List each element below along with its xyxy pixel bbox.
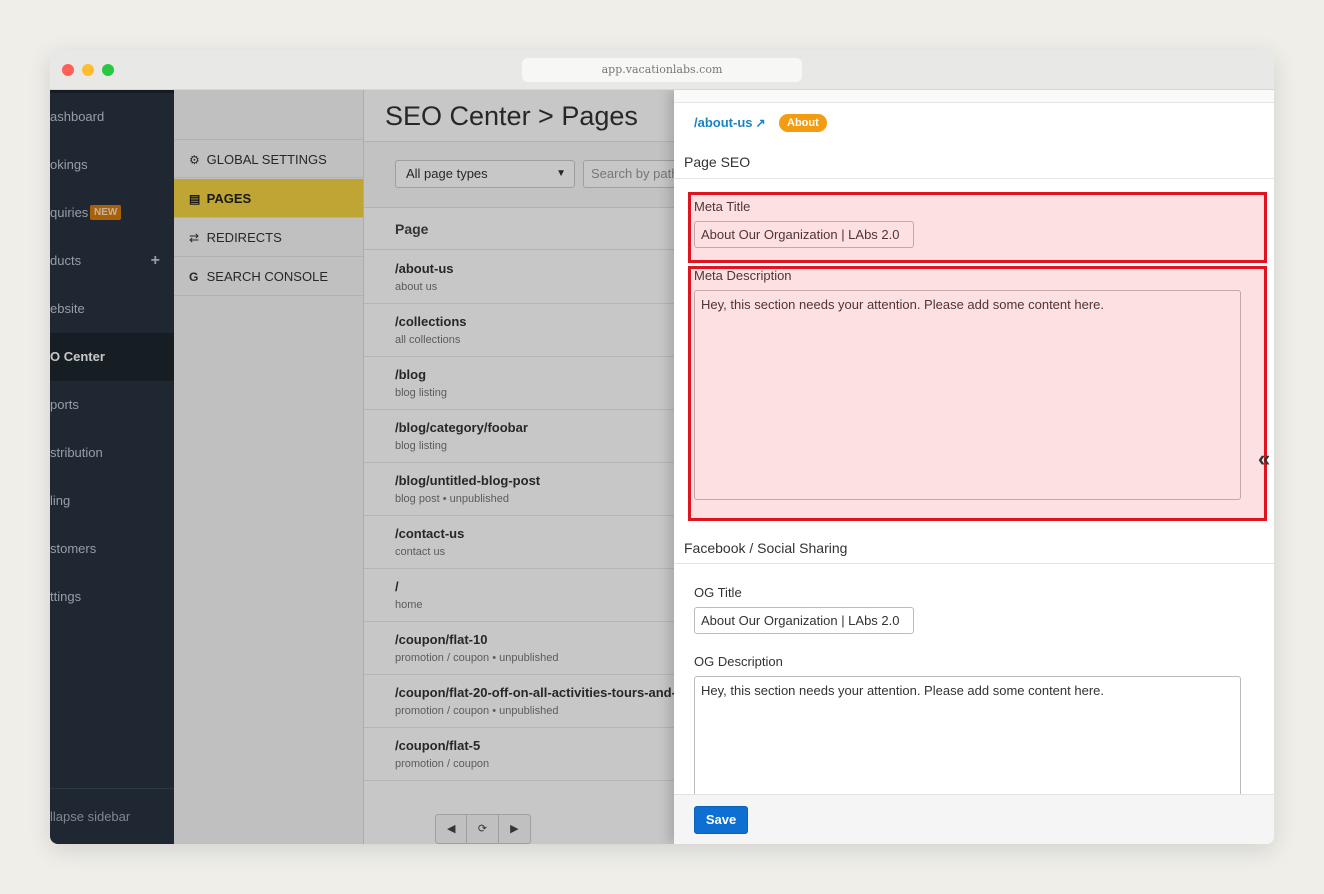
- page-type-badge: About: [779, 114, 827, 132]
- external-link-icon: ↗: [755, 116, 766, 130]
- og-description-label: OG Description: [694, 654, 783, 669]
- meta-title-label: Meta Title: [694, 199, 751, 214]
- browser-titlebar: app.vacationlabs.com: [50, 50, 1274, 90]
- seo-edit-drawer: /about-us ↗ About Page SEO Meta Title Abo…: [674, 90, 1274, 844]
- address-bar[interactable]: app.vacationlabs.com: [522, 58, 802, 82]
- page-link[interactable]: /about-us ↗: [694, 115, 766, 130]
- meta-description-label: Meta Description: [694, 268, 792, 283]
- social-sharing-heading: Facebook / Social Sharing: [684, 540, 848, 556]
- drawer-footer: Save: [674, 794, 1274, 844]
- collapse-drawer-icon[interactable]: «: [1258, 446, 1270, 472]
- minimize-window-button[interactable]: [82, 64, 94, 76]
- page-seo-heading: Page SEO: [684, 154, 751, 170]
- og-title-label: OG Title: [694, 585, 742, 600]
- og-title-input[interactable]: About Our Organization | LAbs 2.0: [694, 607, 914, 634]
- save-button[interactable]: Save: [694, 806, 748, 834]
- maximize-window-button[interactable]: [102, 64, 114, 76]
- browser-window: app.vacationlabs.com ashboard okings qui…: [50, 50, 1274, 844]
- close-window-button[interactable]: [62, 64, 74, 76]
- meta-description-textarea[interactable]: Hey, this section needs your attention. …: [694, 290, 1241, 500]
- modal-backdrop[interactable]: [50, 90, 674, 844]
- app-content: ashboard okings quiries NEW ducts + ebsite…: [50, 90, 1274, 844]
- meta-title-input[interactable]: About Our Organization | LAbs 2.0: [694, 221, 914, 248]
